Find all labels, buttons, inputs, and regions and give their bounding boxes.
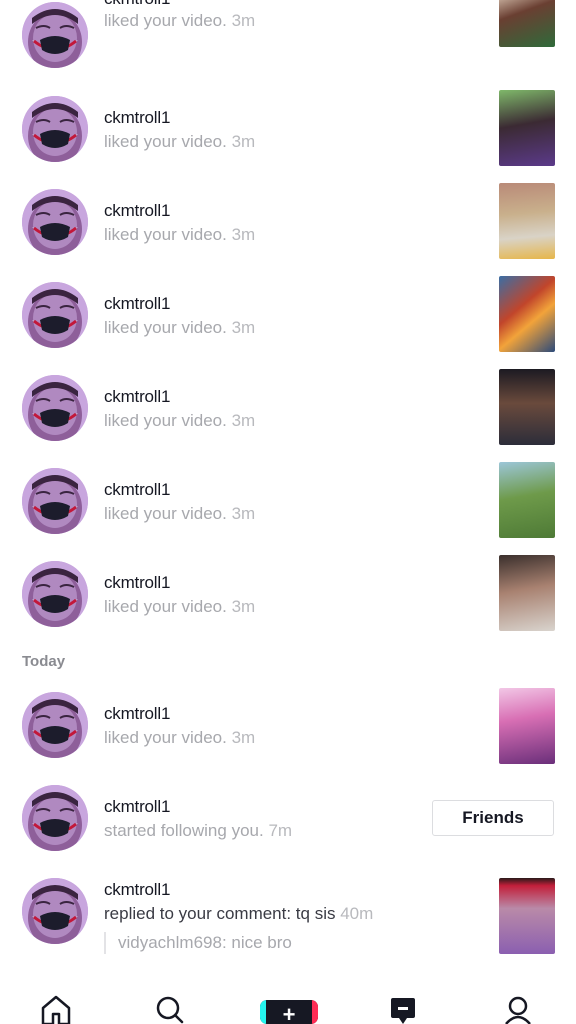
username[interactable]: ckmtroll1 xyxy=(104,573,170,593)
username[interactable]: ckmtroll1 xyxy=(104,294,170,314)
avatar[interactable] xyxy=(22,468,88,534)
video-thumbnail[interactable] xyxy=(499,90,555,166)
notification-text: liked your video. 3m xyxy=(104,728,256,747)
notification-text: liked your video. 3m xyxy=(104,11,256,30)
avatar[interactable] xyxy=(22,785,88,851)
video-thumbnail[interactable] xyxy=(499,878,555,954)
notification-text: liked your video. 3m xyxy=(104,504,256,523)
create-button[interactable]: + xyxy=(260,1000,318,1024)
avatar[interactable] xyxy=(22,282,88,348)
quoted-comment: vidyachlm698: nice bro xyxy=(104,932,292,954)
video-thumbnail[interactable] xyxy=(499,369,555,445)
inbox-icon[interactable] xyxy=(383,994,423,1024)
notification-row[interactable]: ckmtroll1 liked your video. 3m xyxy=(0,266,576,359)
notification-text: liked your video. 3m xyxy=(104,132,256,151)
video-thumbnail[interactable] xyxy=(499,183,555,259)
video-thumbnail[interactable] xyxy=(499,0,555,47)
avatar[interactable] xyxy=(22,189,88,255)
notification-row[interactable]: ckmtroll1 liked your video. 3m xyxy=(0,545,576,638)
username[interactable]: ckmtroll1 xyxy=(104,880,170,900)
profile-icon[interactable] xyxy=(498,994,538,1024)
username[interactable]: ckmtroll1 xyxy=(104,201,170,221)
video-thumbnail[interactable] xyxy=(499,555,555,631)
username[interactable]: ckmtroll1 xyxy=(104,387,170,407)
notification-row[interactable]: ckmtroll1 liked your video. 3m xyxy=(0,173,576,266)
avatar[interactable] xyxy=(22,878,88,944)
notification-text: liked your video. 3m xyxy=(104,318,256,337)
video-thumbnail[interactable] xyxy=(499,276,555,352)
username[interactable]: ckmtroll1 xyxy=(104,108,170,128)
video-thumbnail[interactable] xyxy=(499,462,555,538)
notification-row[interactable]: ckmtroll1 liked your video. 3m xyxy=(0,359,576,452)
username[interactable]: ckmtroll1 xyxy=(104,480,170,500)
section-heading-today: Today xyxy=(22,653,66,670)
search-icon[interactable] xyxy=(150,994,190,1024)
username[interactable]: ckmtroll1 xyxy=(104,0,170,9)
video-thumbnail[interactable] xyxy=(499,688,555,764)
friends-button[interactable]: Friends xyxy=(432,800,554,836)
notification-row[interactable]: ckmtroll1 liked your video. 3m xyxy=(0,80,576,173)
avatar[interactable] xyxy=(22,561,88,627)
notification-text: liked your video. 3m xyxy=(104,597,256,616)
notification-row[interactable]: ckmtroll1 liked your video. 3m xyxy=(0,676,576,769)
notification-row[interactable]: ckmtroll1 liked your video. 3m xyxy=(0,452,576,545)
username[interactable]: ckmtroll1 xyxy=(104,704,170,724)
avatar[interactable] xyxy=(22,2,88,68)
notification-text: replied to your comment: tq sis 40m xyxy=(104,904,374,923)
avatar[interactable] xyxy=(22,375,88,441)
notification-row[interactable]: ckmtroll1 liked your video. 3m xyxy=(0,0,576,68)
notification-text: liked your video. 3m xyxy=(104,225,256,244)
notification-text: liked your video. 3m xyxy=(104,411,256,430)
avatar[interactable] xyxy=(22,692,88,758)
avatar[interactable] xyxy=(22,96,88,162)
home-icon[interactable] xyxy=(36,994,76,1024)
username[interactable]: ckmtroll1 xyxy=(104,797,170,817)
plus-icon: + xyxy=(266,1000,312,1024)
notification-text: started following you. 7m xyxy=(104,821,293,840)
